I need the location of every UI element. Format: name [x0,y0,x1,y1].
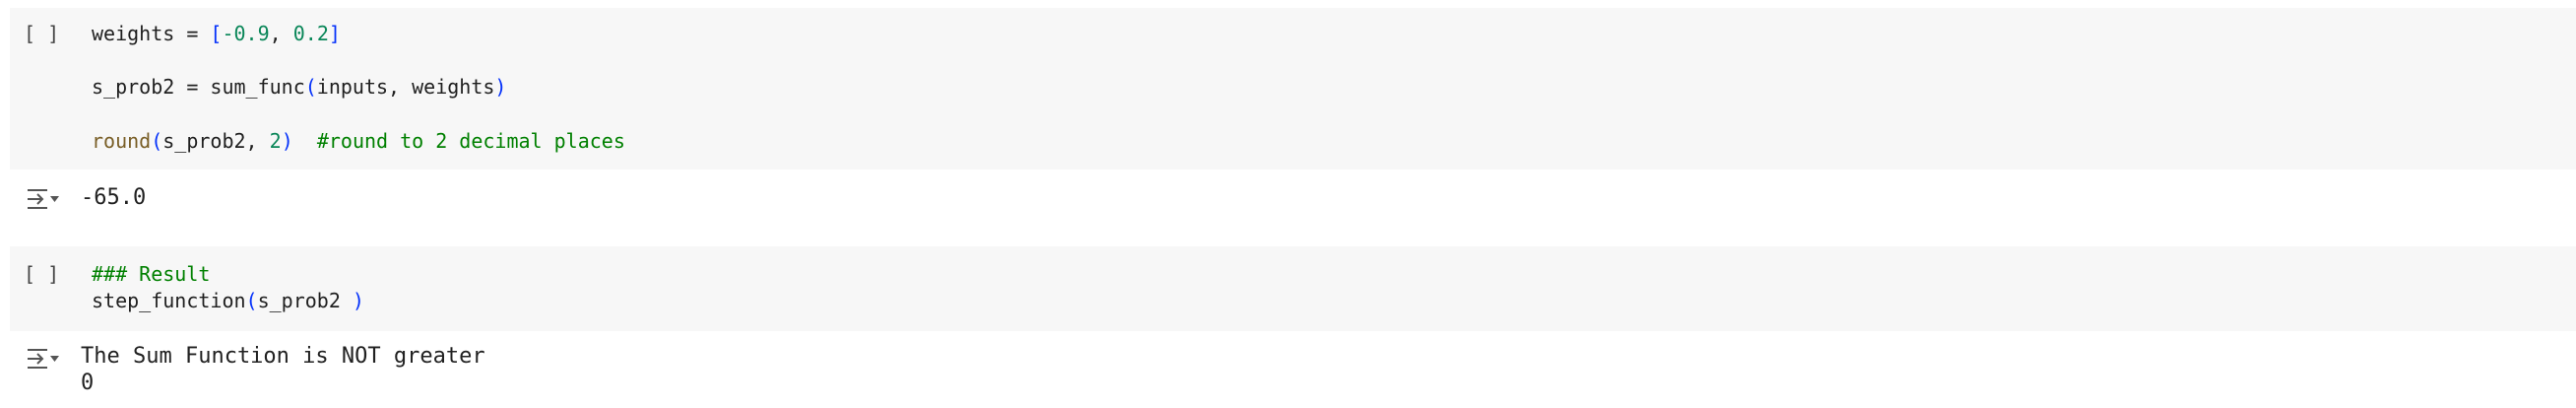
code-line-sum: s_prob2 = sum_func(inputs, weights) [92,75,506,99]
code-bracket: ) [494,75,507,99]
code-cell-2[interactable]: [ ] ### Result step_function(s_prob2 ) [10,246,2576,331]
code-comment: ### Result [92,262,211,286]
code-line-weights: weights = [-0.9, 0.2] [92,22,341,45]
code-bracket: ] [328,22,341,45]
code-bracket: ( [304,75,317,99]
code-comment: #round to 2 decimal places [292,129,625,153]
run-cell-button[interactable]: [ ] [24,262,59,286]
code-text: , [269,22,293,45]
output-toggle-icon[interactable] [26,347,61,371]
code-function: round [92,129,152,153]
run-cell-button[interactable]: [ ] [24,22,59,45]
code-bracket: ) [281,129,293,153]
code-text: inputs, weights [316,75,495,99]
code-line-round: round(s_prob2, 2) #round to 2 decimal pl… [92,129,625,153]
code-text: weights = [92,22,211,45]
code-bracket: ( [151,129,163,153]
code-line-step: step_function(s_prob2 ) [92,289,364,312]
output-text: -65.0 [81,185,147,210]
code-text: s_prob2, [162,129,270,153]
code-bracket: ( [245,289,258,312]
code-bracket: [ [210,22,223,45]
code-text: s_prob2 [257,289,353,312]
output-text-line: The Sum Function is NOT greater [81,344,485,369]
code-bracket: ) [352,289,364,312]
code-text: step_function [92,289,246,312]
code-text: s_prob2 = sum_func [92,75,305,99]
code-number: 2 [269,129,282,153]
output-toggle-icon[interactable] [26,187,61,211]
code-cell-1[interactable]: [ ] weights = [-0.9, 0.2] s_prob2 = sum_… [10,8,2576,170]
code-number: -0.9 [222,22,270,45]
code-number: 0.2 [292,22,329,45]
output-text-line: 0 [81,371,95,395]
